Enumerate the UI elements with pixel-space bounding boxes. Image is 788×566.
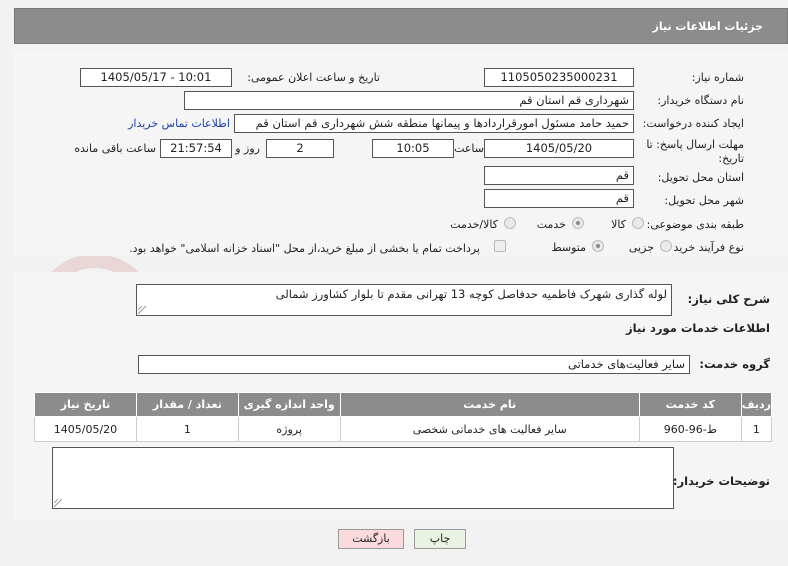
buyer-contact-link[interactable]: اطلاعات تماس خریدار bbox=[128, 117, 230, 130]
page-header: جزئیات اطلاعات نیاز bbox=[14, 8, 788, 44]
resize-handle-icon[interactable] bbox=[138, 306, 146, 314]
treasury-payment-note: پرداخت تمام یا بخشی از مبلغ خرید،از محل … bbox=[129, 242, 480, 255]
page-title: جزئیات اطلاعات نیاز bbox=[652, 20, 764, 33]
category-label: طبقه بندی موضوعی: bbox=[646, 218, 744, 231]
need-number-label: شماره نیاز: bbox=[691, 71, 744, 84]
days-label: روز و bbox=[235, 142, 260, 155]
deadline-label-line2: تاریخ: bbox=[718, 152, 744, 165]
category-radio-service[interactable] bbox=[572, 217, 584, 229]
col-quantity: تعداد / مقدار bbox=[135, 392, 239, 417]
col-service-code: کد خدمت bbox=[638, 392, 742, 417]
col-row-number: ردیف bbox=[740, 392, 773, 417]
print-button[interactable]: چاپ bbox=[414, 529, 466, 549]
days-remaining-field: 2 bbox=[266, 139, 334, 158]
deadline-label-line1: مهلت ارسال پاسخ: تا bbox=[646, 138, 744, 151]
deadline-time-field: 10:05 bbox=[372, 139, 454, 158]
cell-service-code: ط-96-960 bbox=[638, 416, 742, 442]
summary-text: لوله گذاری شهرک فاطمیه حدفاصل کوچه 13 ته… bbox=[275, 287, 667, 301]
services-section-title: اطلاعات خدمات مورد نیاز bbox=[626, 321, 770, 335]
deadline-date-field: 1405/05/20 bbox=[484, 139, 634, 158]
remaining-label: ساعت باقی مانده bbox=[74, 142, 156, 155]
process-radio-medium[interactable] bbox=[592, 240, 604, 252]
announce-date-field: 1405/05/17 - 10:01 bbox=[80, 68, 232, 87]
category-radio-goods-service[interactable] bbox=[504, 217, 516, 229]
services-table: ردیف کد خدمت نام خدمت واحد اندازه گیری ت… bbox=[34, 392, 773, 442]
resize-handle-icon[interactable] bbox=[54, 499, 62, 507]
process-option-medium: متوسط bbox=[551, 241, 586, 254]
process-option-minor: جزیی bbox=[628, 241, 654, 254]
buyer-notes-textarea[interactable] bbox=[52, 447, 674, 509]
buyer-notes-label: توضیحات خریدار: bbox=[672, 474, 770, 488]
time-remaining-field: 21:57:54 bbox=[160, 139, 232, 158]
category-option-goods: کالا bbox=[611, 218, 626, 231]
col-unit: واحد اندازه گیری bbox=[237, 392, 341, 417]
cell-need-date: 1405/05/20 bbox=[34, 416, 137, 442]
col-need-date: تاریخ نیاز bbox=[34, 392, 137, 417]
city-label: شهر محل تحویل: bbox=[664, 194, 744, 207]
cell-unit: پروژه bbox=[237, 416, 341, 442]
service-group-field: سایر فعالیت‌های خدماتی bbox=[138, 355, 690, 374]
services-table-header: ردیف کد خدمت نام خدمت واحد اندازه گیری ت… bbox=[34, 392, 773, 417]
buyer-org-label: نام دستگاه خریدار: bbox=[657, 94, 744, 107]
category-option-goods-service: کالا/خدمت bbox=[450, 218, 498, 231]
process-type-label: نوع فرآیند خرید : bbox=[666, 241, 744, 254]
category-option-service: خدمت bbox=[536, 218, 566, 231]
buyer-org-field: شهرداری قم استان قم bbox=[184, 91, 634, 110]
cell-service-name: سایر فعالیت های خدماتی شخصی bbox=[339, 416, 640, 442]
cell-quantity: 1 bbox=[135, 416, 239, 442]
deadline-time-label: ساعت bbox=[454, 142, 484, 155]
back-button[interactable]: بازگشت bbox=[338, 529, 404, 549]
creator-field: حمید حامد مسئول امورقراردادها و پیمانها … bbox=[234, 114, 634, 133]
summary-label: شرح کلی نیاز: bbox=[687, 292, 770, 306]
province-field: قم bbox=[484, 166, 634, 185]
service-group-label: گروه خدمت: bbox=[699, 357, 770, 371]
province-label: استان محل تحویل: bbox=[657, 171, 744, 184]
city-field: قم bbox=[484, 189, 634, 208]
col-service-name: نام خدمت bbox=[339, 392, 640, 417]
table-row: 1 ط-96-960 سایر فعالیت های خدماتی شخصی پ… bbox=[34, 416, 773, 442]
creator-label: ایجاد کننده درخواست: bbox=[642, 117, 744, 130]
category-radio-goods[interactable] bbox=[632, 217, 644, 229]
process-radio-minor[interactable] bbox=[660, 240, 672, 252]
announce-date-label: تاریخ و ساعت اعلان عمومی: bbox=[247, 71, 380, 84]
summary-textarea: لوله گذاری شهرک فاطمیه حدفاصل کوچه 13 ته… bbox=[136, 284, 672, 316]
treasury-payment-checkbox[interactable] bbox=[494, 240, 506, 252]
need-number-field: 1105050235000231 bbox=[484, 68, 634, 87]
cell-row-number: 1 bbox=[740, 416, 773, 442]
